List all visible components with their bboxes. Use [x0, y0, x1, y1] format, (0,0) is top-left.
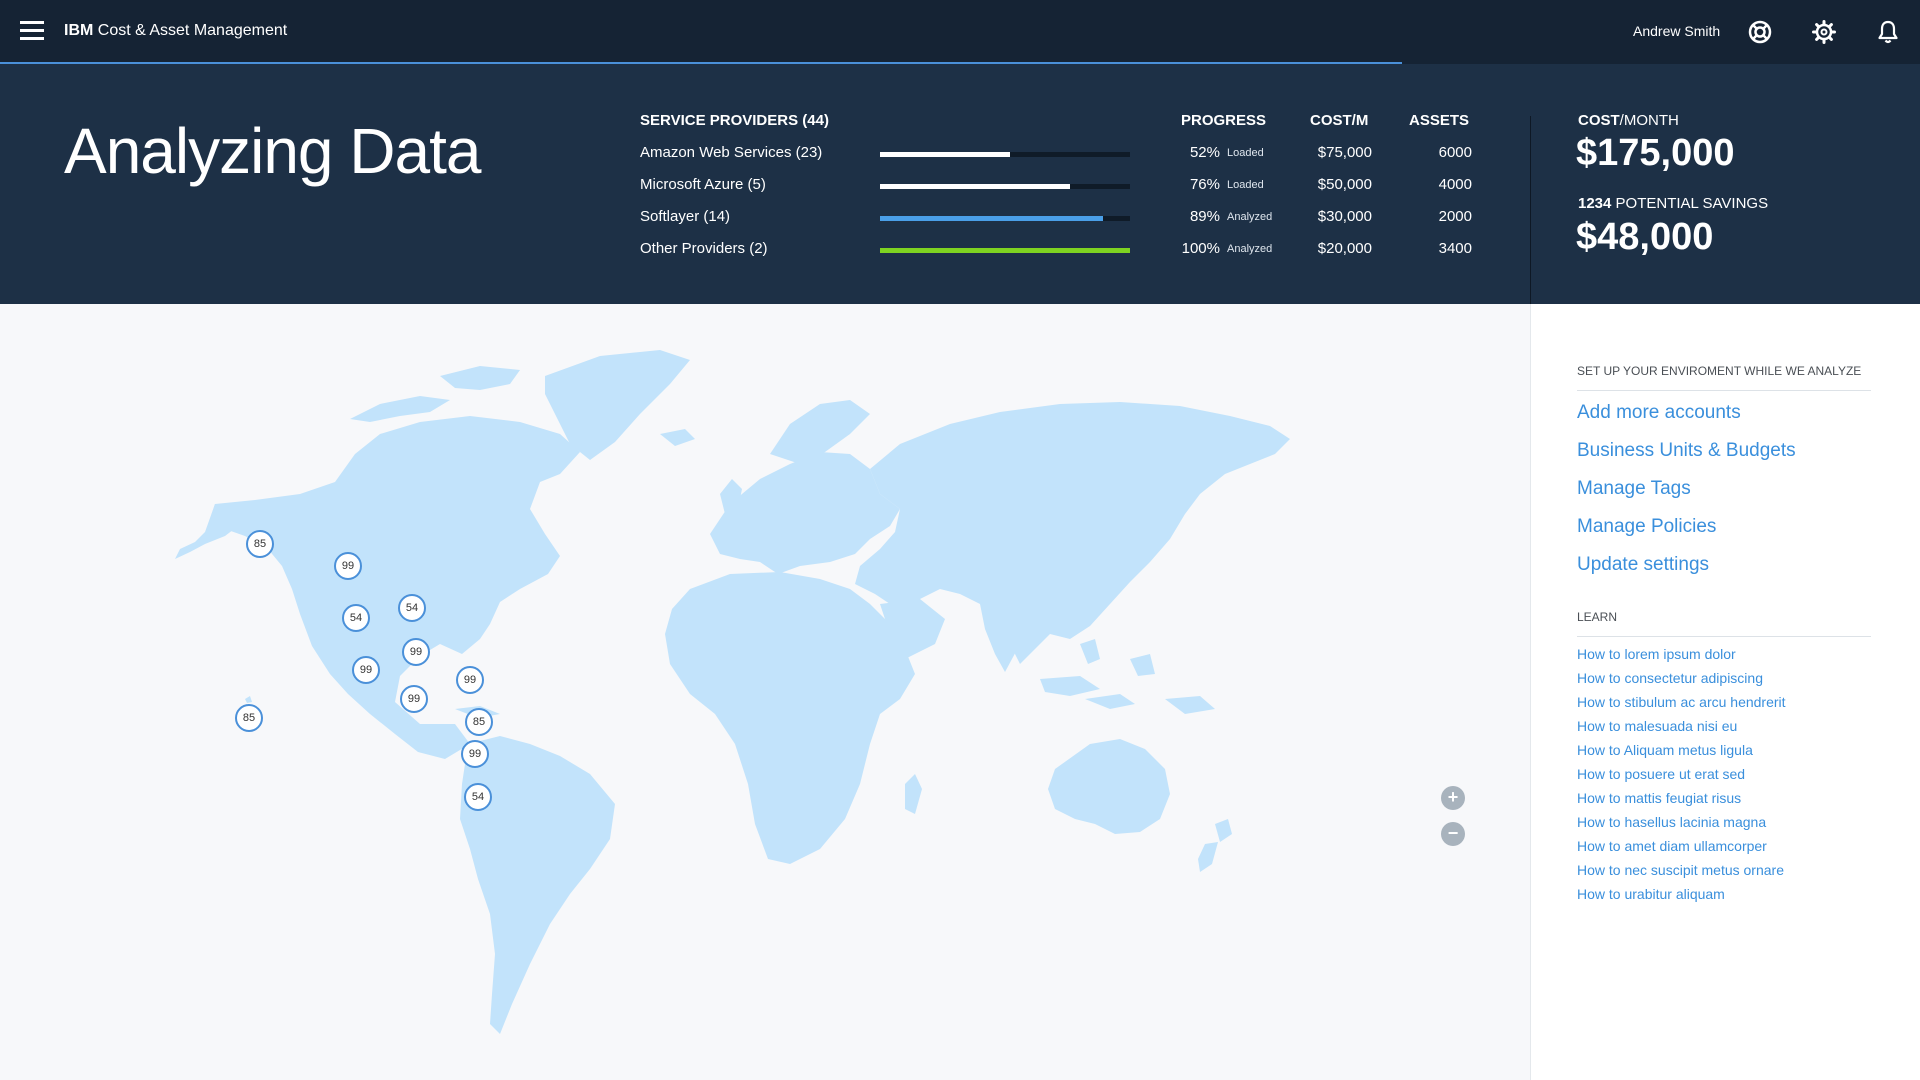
learn-link[interactable]: How to stibulum ac arcu hendrerit [1577, 694, 1786, 710]
provider-row-other[interactable]: Other Providers (2) 100% Analyzed $20,00… [0, 240, 1500, 272]
analysis-summary-header: Analyzing Data SERVICE PROVIDERS (44) PR… [0, 64, 1920, 304]
map-location-marker[interactable]: 99 [456, 666, 484, 694]
header-divider [1530, 116, 1531, 304]
learn-link[interactable]: How to amet diam ullamcorper [1577, 838, 1767, 854]
provider-name: Amazon Web Services (23) [640, 144, 823, 161]
hamburger-menu-icon[interactable] [20, 21, 44, 41]
settings-gear-icon[interactable] [1811, 19, 1837, 45]
learn-link[interactable]: How to urabitur aliquam [1577, 886, 1725, 902]
map-location-marker[interactable]: 54 [398, 594, 426, 622]
provider-assets: 4000 [1438, 176, 1472, 193]
app-title-name: Cost & Asset Management [93, 22, 288, 39]
map-location-marker[interactable]: 99 [352, 656, 380, 684]
potential-savings-label-rest: POTENTIAL SAVINGS [1611, 195, 1769, 212]
add-accounts-link[interactable]: Add more accounts [1577, 402, 1741, 424]
provider-assets: 6000 [1438, 144, 1472, 161]
provider-cost: $30,000 [1317, 208, 1372, 225]
provider-progress-bar [880, 152, 1130, 157]
business-units-link[interactable]: Business Units & Budgets [1577, 440, 1796, 462]
learn-link[interactable]: How to hasellus lacinia magna [1577, 814, 1766, 830]
learn-link[interactable]: How to Aliquam metus ligula [1577, 742, 1753, 758]
provider-assets: 2000 [1438, 208, 1472, 225]
provider-name: Microsoft Azure (5) [640, 176, 766, 193]
provider-progress-percent: 52% [1189, 144, 1220, 161]
cost-month-value: $175,000 [1576, 132, 1735, 174]
learn-heading: LEARN [1577, 610, 1618, 624]
providers-column-header: SERVICE PROVIDERS (44) [640, 112, 829, 129]
map-zoom-in-button[interactable]: + [1441, 786, 1465, 810]
learn-link[interactable]: How to posuere ut erat sed [1577, 766, 1745, 782]
provider-progress-status: Loaded [1227, 179, 1264, 191]
map-location-marker[interactable]: 99 [334, 552, 362, 580]
app-title-brand: IBM [64, 22, 94, 39]
provider-progress-status: Analyzed [1227, 211, 1273, 223]
map-location-marker[interactable]: 54 [342, 604, 370, 632]
cost-month-label-bold: COST [1578, 112, 1620, 129]
potential-savings-label: 1234 POTENTIAL SAVINGS [1578, 195, 1768, 212]
provider-progress-bar [880, 216, 1130, 221]
learn-heading-rule [1577, 636, 1871, 637]
update-settings-link[interactable]: Update settings [1577, 554, 1709, 576]
map-location-marker[interactable]: 99 [402, 638, 430, 666]
world-map-landmass [175, 350, 1290, 1034]
manage-tags-link[interactable]: Manage Tags [1577, 478, 1691, 500]
provider-progress-fill [880, 248, 1130, 253]
learn-link[interactable]: How to consectetur adipiscing [1577, 670, 1763, 686]
map-location-marker[interactable]: 85 [246, 530, 274, 558]
app-title[interactable]: IBM Cost & Asset Management [64, 22, 287, 40]
potential-savings-value: $48,000 [1576, 216, 1714, 258]
help-lifebuoy-icon[interactable] [1747, 19, 1773, 45]
setup-heading: SET UP YOUR ENVIROMENT WHILE WE ANALYZE [1577, 364, 1862, 378]
setup-heading-rule [1577, 390, 1871, 391]
learn-link[interactable]: How to mattis feugiat risus [1577, 790, 1741, 806]
provider-cost: $50,000 [1317, 176, 1372, 193]
user-name[interactable]: Andrew Smith [1633, 23, 1720, 39]
provider-progress-percent: 76% [1189, 176, 1220, 193]
provider-progress-fill [880, 184, 1070, 189]
provider-progress-fill [880, 152, 1010, 157]
provider-cost: $75,000 [1317, 144, 1372, 161]
assets-column-header: ASSETS [1409, 112, 1470, 129]
setup-sidebar: SET UP YOUR ENVIROMENT WHILE WE ANALYZE … [1530, 304, 1920, 1080]
provider-row-azure[interactable]: Microsoft Azure (5) 76% Loaded $50,000 4… [0, 176, 1500, 208]
provider-row-softlayer[interactable]: Softlayer (14) 89% Analyzed $30,000 2000 [0, 208, 1500, 240]
learn-link[interactable]: How to malesuada nisi eu [1577, 718, 1737, 734]
top-bar: IBM Cost & Asset Management Andrew Smith [0, 0, 1920, 64]
provider-progress-percent: 100% [1181, 240, 1220, 257]
learn-link[interactable]: How to lorem ipsum dolor [1577, 646, 1736, 662]
map-location-marker[interactable]: 85 [465, 708, 493, 736]
learn-link[interactable]: How to nec suscipit metus ornare [1577, 862, 1784, 878]
cost-column-header: COST/M [1310, 112, 1369, 129]
provider-assets: 3400 [1438, 240, 1472, 257]
provider-cost: $20,000 [1317, 240, 1372, 257]
provider-progress-percent: 89% [1189, 208, 1220, 225]
world-map[interactable]: 85 99 54 54 99 99 99 99 85 99 54 85 + − [0, 304, 1530, 1080]
provider-progress-fill [880, 216, 1103, 221]
potential-savings-count: 1234 [1578, 195, 1612, 212]
provider-progress-bar [880, 248, 1130, 253]
provider-name: Softlayer (14) [640, 208, 731, 225]
map-location-marker[interactable]: 85 [235, 704, 263, 732]
map-location-marker[interactable]: 99 [461, 740, 489, 768]
provider-row-aws[interactable]: Amazon Web Services (23) 52% Loaded $75,… [0, 144, 1500, 176]
manage-policies-link[interactable]: Manage Policies [1577, 516, 1716, 538]
cost-month-label: COST/MONTH [1578, 112, 1679, 129]
notifications-bell-icon[interactable] [1875, 19, 1901, 45]
progress-column-header: PROGRESS [1181, 112, 1267, 129]
provider-progress-status: Loaded [1227, 147, 1264, 159]
map-zoom-out-button[interactable]: − [1441, 822, 1465, 846]
map-location-marker[interactable]: 99 [400, 685, 428, 713]
provider-name: Other Providers (2) [640, 240, 768, 257]
cost-month-label-rest: /MONTH [1619, 112, 1679, 129]
map-location-marker[interactable]: 54 [464, 783, 492, 811]
provider-progress-bar [880, 184, 1130, 189]
provider-progress-status: Analyzed [1227, 243, 1273, 255]
